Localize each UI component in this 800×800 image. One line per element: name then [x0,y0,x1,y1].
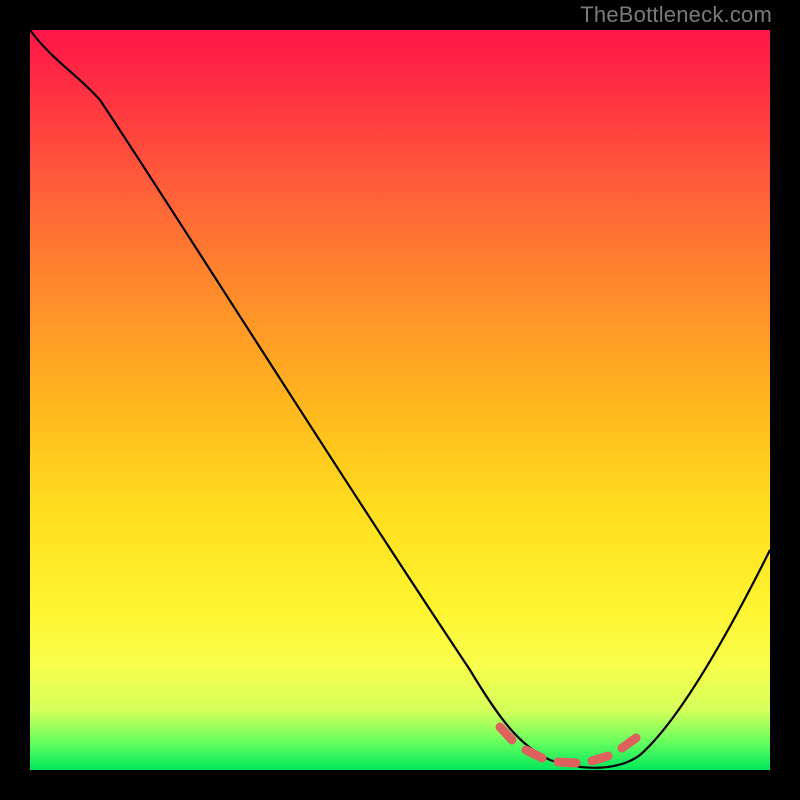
optimal-range-marker [500,727,636,763]
watermark-text: TheBottleneck.com [580,2,772,28]
bottleneck-curve-svg [30,30,770,770]
chart-frame: TheBottleneck.com [0,0,800,800]
bottleneck-curve-line [30,30,770,768]
plot-area [30,30,770,770]
